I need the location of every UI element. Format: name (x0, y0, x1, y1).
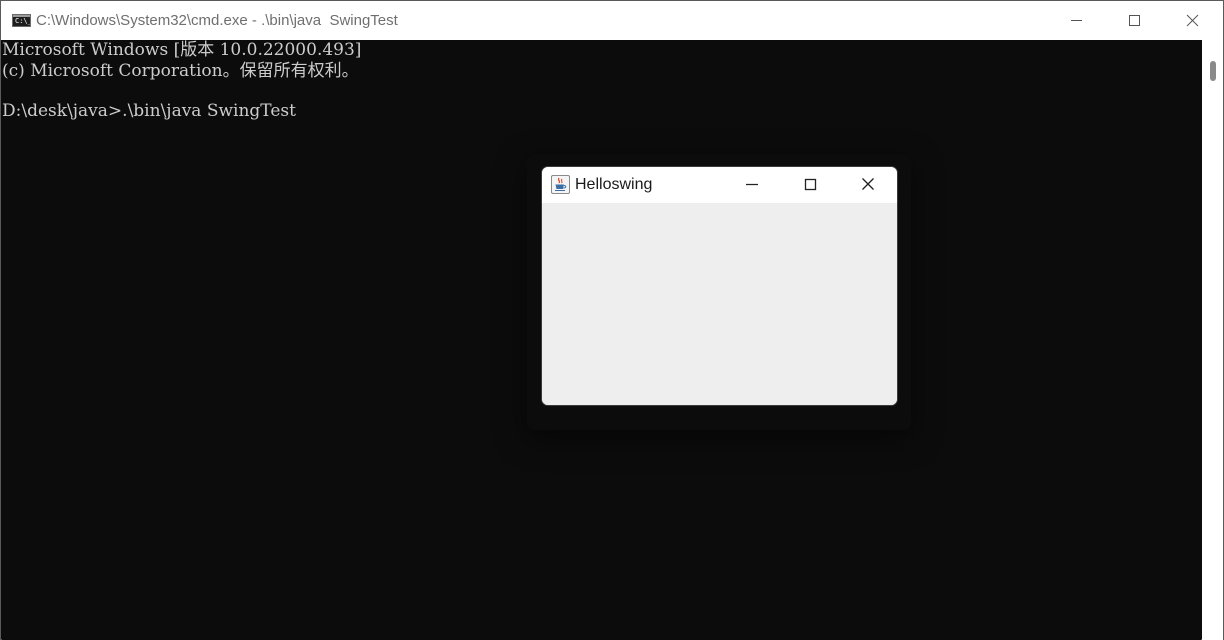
minimize-icon (746, 183, 758, 186)
cmd-icon[interactable]: C:\_ (12, 14, 31, 27)
cmd-close-button[interactable] (1163, 1, 1221, 40)
swing-minimize-button[interactable] (723, 167, 781, 203)
swing-window-title: Helloswing (575, 176, 653, 193)
console-scrollbar[interactable] (1202, 40, 1223, 640)
maximize-icon (1129, 15, 1140, 26)
cmd-maximize-button[interactable] (1105, 1, 1163, 40)
scrollbar-thumb[interactable] (1210, 61, 1216, 81)
swing-close-button[interactable] (839, 167, 897, 203)
swing-content-pane[interactable] (542, 203, 897, 405)
console-line: (c) Microsoft Corporation。保留所有权利。 (2, 61, 359, 81)
swing-window: Helloswing (541, 166, 898, 406)
console-line: Microsoft Windows [版本 10.0.22000.493] (2, 40, 362, 60)
swing-maximize-button[interactable] (781, 167, 839, 203)
close-icon (1186, 14, 1199, 27)
cmd-title-bar[interactable]: C:\_ C:\Windows\System32\cmd.exe - .\bin… (1, 1, 1223, 40)
cmd-icon-text: C:\_ (15, 17, 31, 25)
maximize-icon (804, 178, 817, 191)
minimize-icon (1071, 20, 1082, 21)
swing-title-bar[interactable]: Helloswing (542, 167, 897, 203)
cmd-minimize-button[interactable] (1047, 1, 1105, 40)
java-cup-icon[interactable] (551, 175, 570, 194)
cmd-window-title: C:\Windows\System32\cmd.exe - .\bin\java… (36, 12, 398, 29)
close-icon (862, 178, 874, 190)
console-prompt-line: D:\desk\java>.\bin\java SwingTest (2, 101, 296, 121)
